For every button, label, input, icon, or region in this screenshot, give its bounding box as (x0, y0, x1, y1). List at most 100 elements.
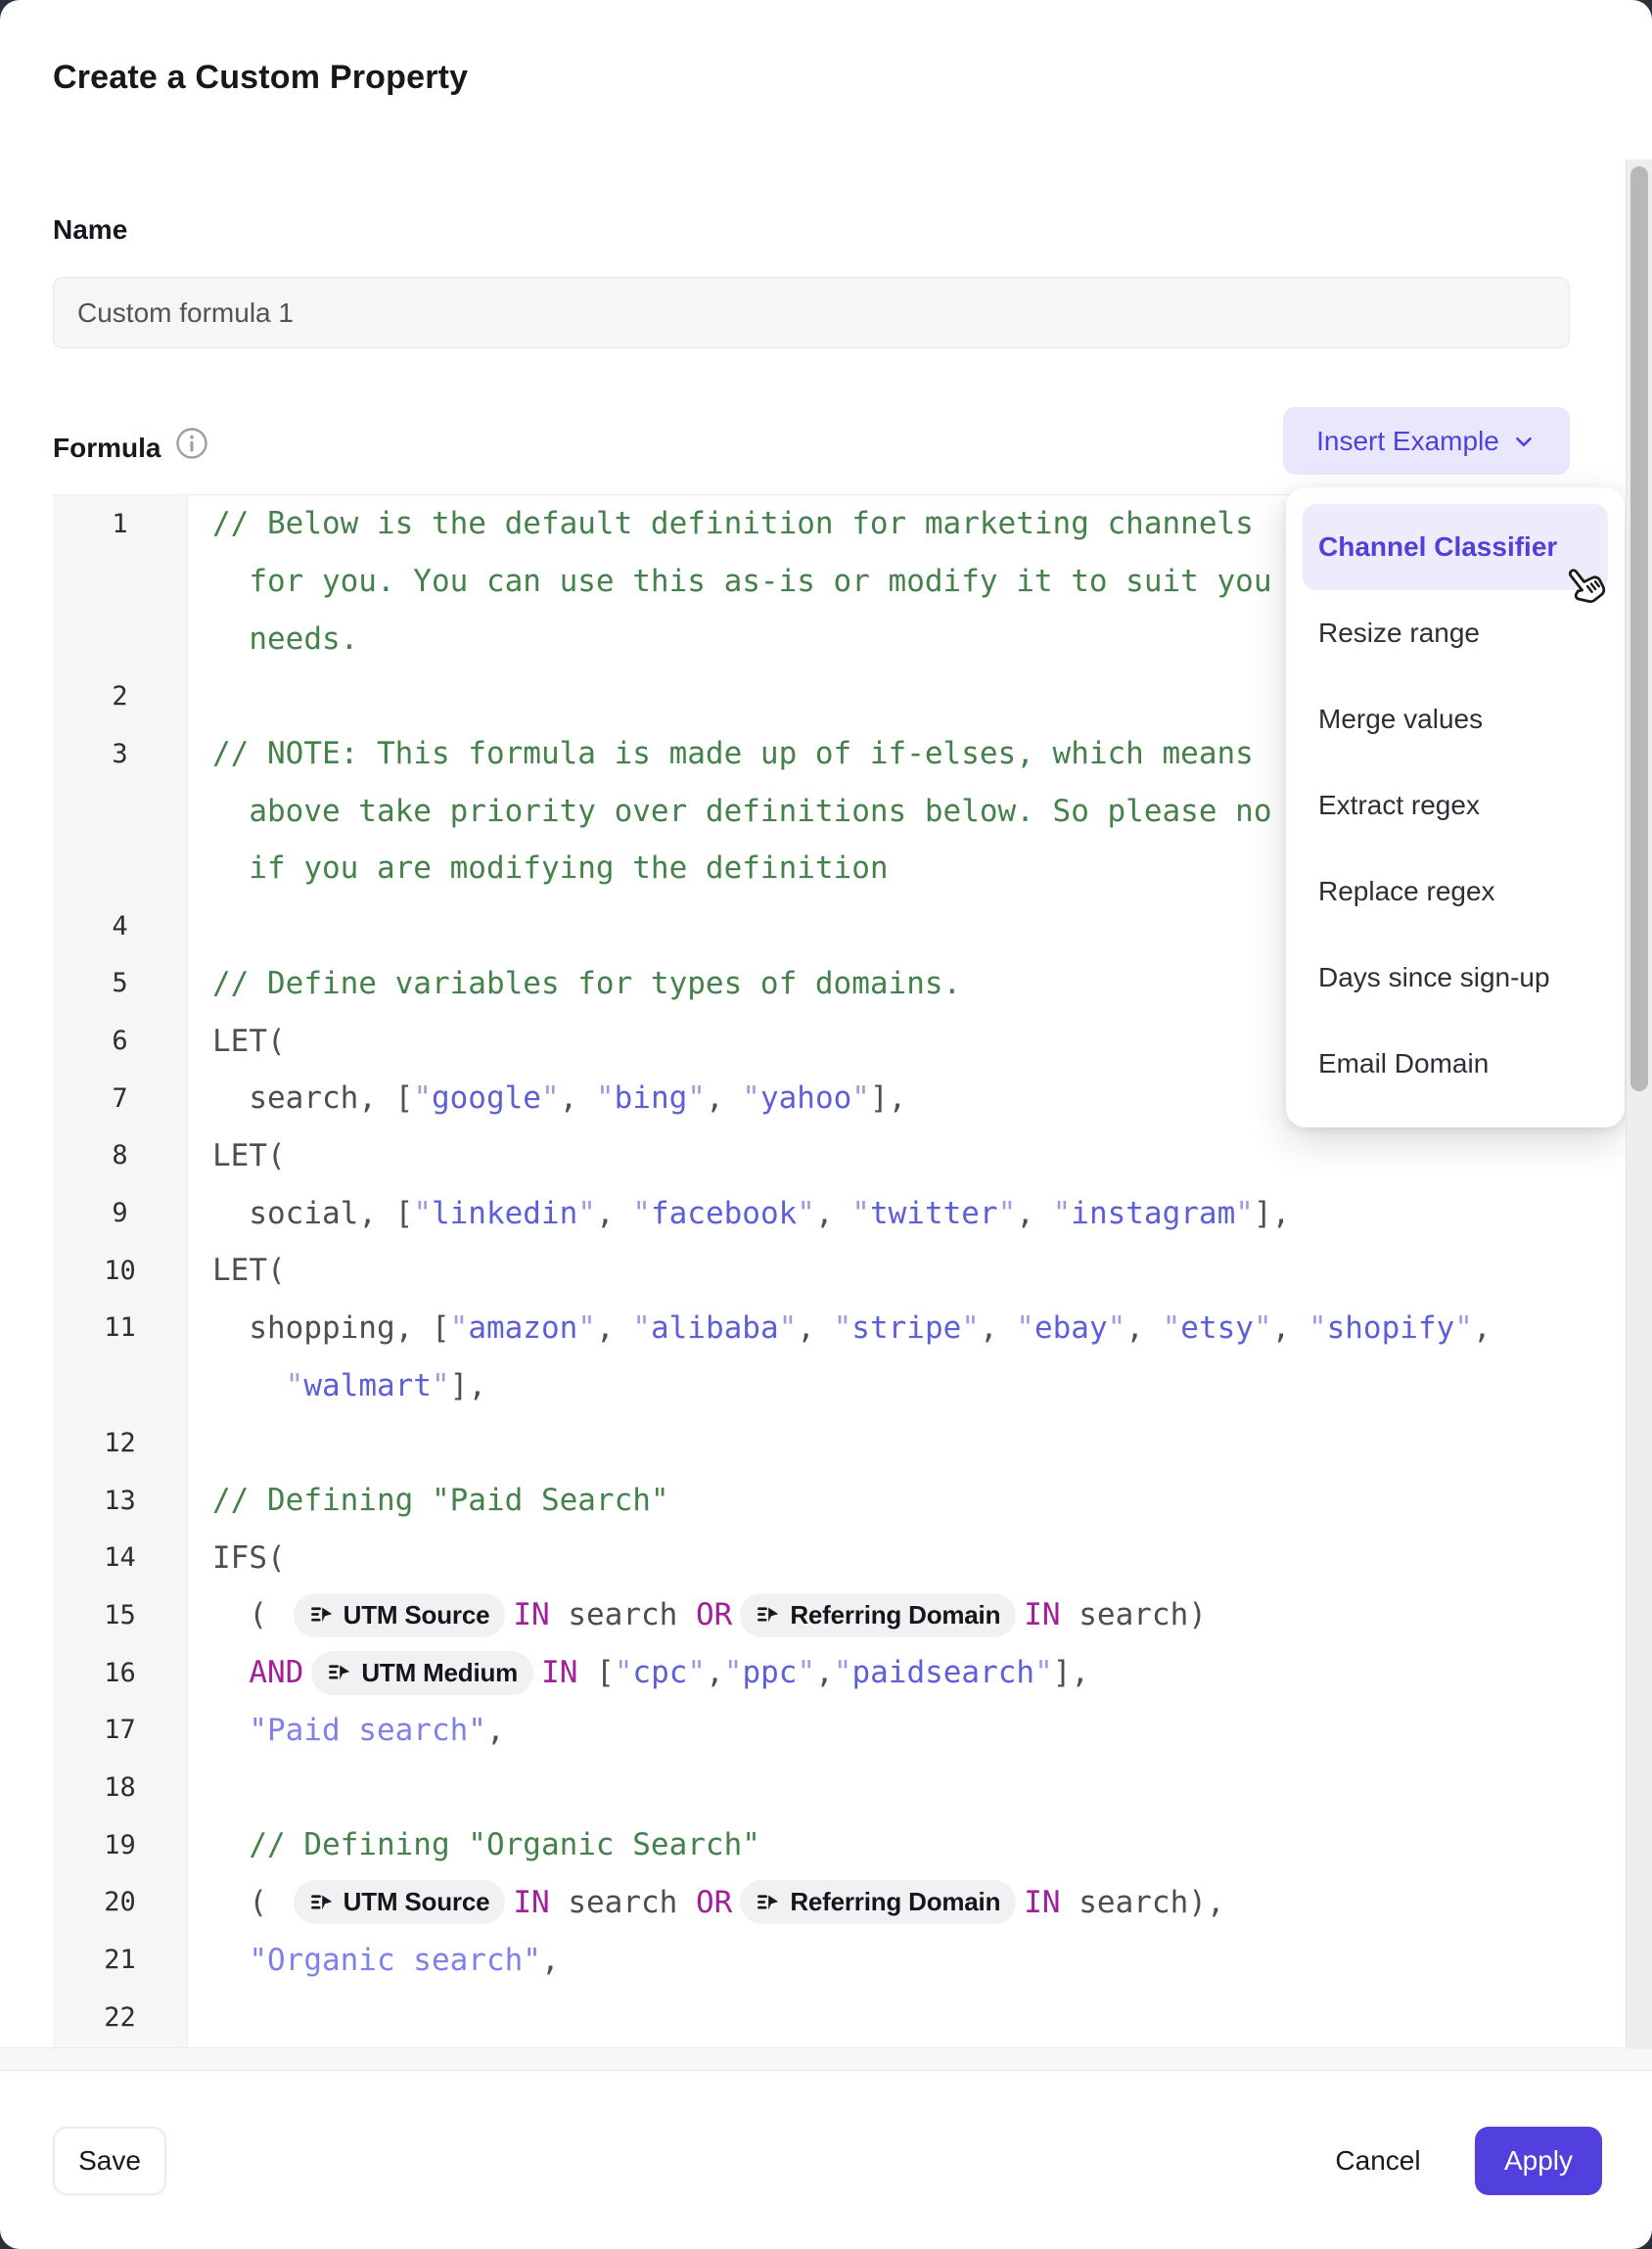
vertical-scrollbar[interactable] (1626, 160, 1652, 2047)
code-segment: " (1034, 1655, 1053, 1690)
line-number: 14 (53, 1542, 187, 1573)
line-number: 17 (53, 1715, 187, 1745)
code-segment: // Define variables for types of domains… (212, 966, 961, 1001)
field-token[interactable]: UTM Source (294, 1880, 506, 1924)
code-segment: yahoo (760, 1080, 851, 1116)
code-segment: twitter (870, 1196, 998, 1231)
line-number: 5 (53, 968, 187, 998)
code-segment: bing (615, 1080, 688, 1116)
code-line: 21 "Organic search", (53, 1931, 1570, 1989)
line-number: 16 (53, 1658, 187, 1688)
field-token[interactable]: Referring Domain (740, 1880, 1016, 1924)
code-segment: OR (696, 1597, 732, 1632)
code-segment: IN (513, 1885, 549, 1920)
code-segment: "Organic search" (212, 1943, 541, 1978)
code-line: 17 "Paid search", (53, 1701, 1570, 1759)
cancel-button[interactable]: Cancel (1309, 2127, 1446, 2195)
field-token-icon (309, 1890, 335, 1915)
line-number: 19 (53, 1830, 187, 1860)
menu-item-extract-regex[interactable]: Extract regex (1303, 762, 1608, 849)
line-number: 4 (53, 911, 187, 941)
insert-example-button[interactable]: Insert Example (1283, 407, 1570, 475)
code-line: "walmart"], (53, 1356, 1570, 1414)
line-number: 15 (53, 1600, 187, 1630)
code-segment: OR (696, 1885, 732, 1920)
field-token-label: Referring Domain (790, 1887, 1000, 1917)
info-icon[interactable] (174, 426, 209, 466)
code-segment: ], (1053, 1655, 1089, 1690)
save-button[interactable]: Save (53, 2127, 166, 2195)
code-segment: " (1163, 1310, 1181, 1346)
field-token-label: UTM Source (344, 1887, 490, 1917)
field-token[interactable]: UTM Medium (311, 1651, 533, 1695)
field-token-label: UTM Source (344, 1600, 490, 1630)
line-number: 2 (53, 681, 187, 711)
vertical-scrollbar-thumb[interactable] (1630, 166, 1648, 1091)
code-segment: cpc (632, 1655, 687, 1690)
code-segment: AND (249, 1655, 303, 1690)
menu-item-merge-values[interactable]: Merge values (1303, 676, 1608, 762)
code-segment: , (1473, 1310, 1491, 1346)
menu-item-days-since-sign-up[interactable]: Days since sign-up (1303, 935, 1608, 1021)
code-segment: " (1235, 1196, 1254, 1231)
line-number: 20 (53, 1887, 187, 1917)
field-token[interactable]: Referring Domain (740, 1593, 1016, 1637)
code-segment: " (413, 1196, 432, 1231)
code-segment: " (432, 1368, 450, 1403)
code-segment: " (851, 1196, 870, 1231)
code-segment: IN (513, 1597, 549, 1632)
code-segment: , (815, 1655, 834, 1690)
code-segment: " (998, 1196, 1017, 1231)
code-segment: amazon (468, 1310, 577, 1346)
code-segment: shopify (1327, 1310, 1455, 1346)
code-line: 10LET( (53, 1242, 1570, 1300)
name-input[interactable] (53, 277, 1570, 348)
code-segment: ], (870, 1080, 906, 1116)
code-line: 9 social, ["linkedin", "facebook", "twit… (53, 1184, 1570, 1242)
code-segment: social, [ (212, 1196, 413, 1231)
line-number: 3 (53, 739, 187, 769)
code-segment: if you are modifying the definition (212, 850, 889, 886)
code-segment: " (742, 1080, 760, 1116)
code-segment: " (724, 1655, 743, 1690)
code-segment: " (797, 1655, 815, 1690)
line-number: 11 (53, 1312, 187, 1343)
apply-button[interactable]: Apply (1475, 2127, 1602, 2195)
code-segment: " (1108, 1310, 1126, 1346)
code-segment: " (1254, 1310, 1272, 1346)
field-token-label: Referring Domain (790, 1600, 1000, 1630)
line-number: 7 (53, 1083, 187, 1114)
page-title: Create a Custom Property (53, 59, 468, 97)
code-segment: , (486, 1713, 505, 1748)
code-line: 19 // Defining "Organic Search" (53, 1816, 1570, 1874)
line-number: 8 (53, 1140, 187, 1170)
code-segment: " (541, 1080, 560, 1116)
code-segment: search, [ (212, 1080, 413, 1116)
code-segment: , (706, 1655, 724, 1690)
code-segment: IN (541, 1655, 577, 1690)
code-line: 22 (53, 1989, 1570, 2046)
chevron-down-icon (1511, 429, 1537, 454)
menu-item-resize-range[interactable]: Resize range (1303, 590, 1608, 676)
line-number: 22 (53, 2002, 187, 2033)
menu-item-channel-classifier[interactable]: Channel Classifier (1303, 504, 1608, 590)
code-segment: , (797, 1310, 833, 1346)
code-segment: , (1272, 1310, 1308, 1346)
code-segment: LET( (212, 1024, 286, 1059)
code-segment: , (541, 1943, 560, 1978)
menu-item-replace-regex[interactable]: Replace regex (1303, 849, 1608, 935)
field-token[interactable]: UTM Source (294, 1593, 506, 1637)
code-segment: instagram (1071, 1196, 1235, 1231)
menu-item-email-domain[interactable]: Email Domain (1303, 1021, 1608, 1107)
code-segment: linkedin (432, 1196, 577, 1231)
code-line: 13// Defining "Paid Search" (53, 1472, 1570, 1530)
code-segment: paidsearch (851, 1655, 1034, 1690)
code-line: 8LET( (53, 1127, 1570, 1185)
field-token-icon (309, 1602, 335, 1628)
code-segment: IN (1024, 1885, 1060, 1920)
code-segment (212, 1368, 286, 1403)
code-segment: for you. You can use this as-is or modif… (212, 564, 1272, 599)
insert-example-label: Insert Example (1316, 426, 1499, 457)
field-token-icon (756, 1890, 781, 1915)
code-segment (212, 1655, 249, 1690)
